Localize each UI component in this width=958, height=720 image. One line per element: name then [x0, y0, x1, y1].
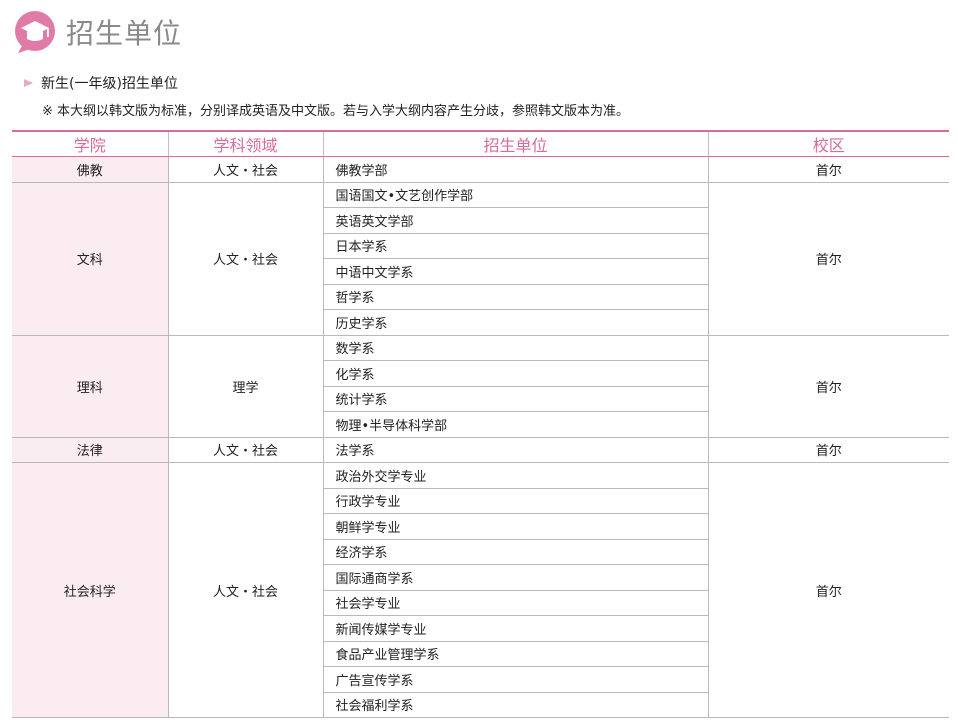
college-cell: 理科 — [12, 334, 169, 438]
campus-cell: 首尔 — [707, 156, 949, 183]
field-cell: 人文・社会 — [167, 156, 324, 183]
college-cell: 文科 — [12, 181, 169, 336]
unit-cell: 日本学系 — [322, 232, 709, 259]
header-college: 学院 — [12, 131, 169, 157]
unit-cell: 行政学专业 — [322, 487, 709, 514]
field-cell: 人文・社会 — [167, 462, 324, 718]
unit-cell: 社会福利学系 — [322, 691, 709, 718]
table-row: 法律 人文・社会 法学系 首尔 — [12, 436, 949, 463]
unit-cell: 社会学专业 — [322, 589, 709, 616]
unit-cell: 数学系 — [322, 334, 709, 361]
unit-cell: 统计学系 — [322, 385, 709, 412]
field-cell: 人文・社会 — [167, 436, 324, 463]
table-row: 佛教 人文・社会 佛教学部 首尔 — [12, 156, 949, 183]
table-row: 文科 人文・社会 国语国文•文艺创作学部 首尔 — [12, 181, 949, 336]
header-field: 学科领域 — [167, 131, 324, 157]
campus-cell: 首尔 — [707, 436, 949, 463]
unit-cell: 广告宣传学系 — [322, 666, 709, 693]
unit-cell: 哲学系 — [322, 283, 709, 310]
campus-cell: 首尔 — [707, 334, 949, 438]
table-header-row: 学院 学科领域 招生单位 校区 — [12, 131, 949, 157]
unit-cell: 法学系 — [322, 436, 709, 463]
unit-cell: 物理•半导体科学部 — [322, 411, 709, 438]
unit-cell: 中语中文学系 — [322, 258, 709, 285]
unit-cell: 经济学系 — [322, 538, 709, 565]
unit-cell: 新闻传媒学专业 — [322, 615, 709, 642]
admission-units-table: 学院 学科领域 招生单位 校区 佛教 人文・社会 佛教学部 首尔 文科 人文・社… — [12, 130, 949, 718]
unit-cell: 历史学系 — [322, 309, 709, 336]
campus-cell: 首尔 — [707, 181, 949, 336]
field-cell: 人文・社会 — [167, 181, 324, 336]
page-title: 招生单位 — [66, 17, 183, 50]
campus-cell: 首尔 — [707, 462, 949, 718]
unit-cell: 食品产业管理学系 — [322, 640, 709, 667]
field-cell: 理学 — [167, 334, 324, 438]
college-cell: 佛教 — [12, 156, 169, 183]
unit-cell: 政治外交学专业 — [322, 462, 709, 489]
unit-cell: 佛教学部 — [322, 156, 709, 183]
notice-text: ※ 本大纲以韩文版为标准，分别译成英语及中文版。若与入学大纲内容产生分歧，参照韩… — [42, 104, 630, 119]
header-unit: 招生单位 — [322, 131, 709, 157]
unit-cell: 英语英文学部 — [322, 207, 709, 234]
unit-cell: 朝鲜学专业 — [322, 513, 709, 540]
table-row: 社会科学 人文・社会 政治外交学专业 首尔 — [12, 462, 949, 718]
header-campus: 校区 — [707, 131, 949, 157]
page-header: 招生单位 — [14, 8, 182, 56]
section-subtitle-text: 新生(一年级)招生单位 — [41, 76, 178, 92]
graduation-cap-icon — [14, 10, 56, 54]
college-cell: 法律 — [12, 436, 169, 463]
unit-cell: 国语国文•文艺创作学部 — [322, 181, 709, 208]
unit-cell: 国际通商学系 — [322, 564, 709, 591]
triangle-bullet-icon — [24, 79, 33, 87]
section-subtitle: 新生(一年级)招生单位 — [24, 73, 178, 93]
college-cell: 社会科学 — [12, 462, 169, 718]
table-row: 理科 理学 数学系 首尔 — [12, 334, 949, 438]
unit-cell: 化学系 — [322, 360, 709, 387]
